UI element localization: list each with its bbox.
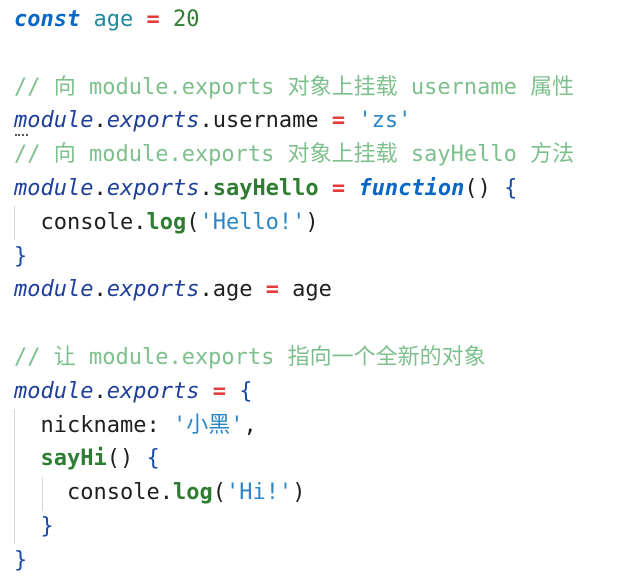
code-line-3: // 向 module.exports 对象上挂载 username 属性 (14, 71, 635, 105)
code-line-1: const age = 20 (14, 3, 635, 37)
close-brace: } (14, 547, 28, 573)
code-line-8: } (14, 240, 635, 274)
string-literal: 'Hello!' (199, 209, 306, 235)
code-line-6: module.exports.sayHello = function() { (14, 172, 635, 206)
identifier-age: age (93, 7, 134, 32)
parens: () (464, 175, 505, 201)
operator-assign: = (265, 277, 279, 303)
method-log: log (146, 209, 187, 235)
code-line-11: // 让 module.exports 指向一个全新的对象 (14, 341, 635, 375)
identifier-exports: exports (106, 277, 200, 303)
code-line-4: module.exports.username = 'zs' (14, 104, 635, 138)
property-username: .username (199, 108, 332, 134)
dot: . (93, 277, 107, 303)
comment: // 让 module.exports 指向一个全新的对象 (14, 344, 486, 370)
identifier-module: module (14, 175, 94, 201)
string-literal: 'zs' (358, 108, 412, 134)
close-brace: } (14, 513, 54, 539)
identifier-exports: exports (106, 378, 200, 404)
string-literal: 'Hi!' (225, 480, 293, 506)
dot: . (93, 175, 107, 201)
property-nickname: nickname: (14, 412, 173, 438)
keyword-function: function (358, 175, 465, 201)
code-line-12: module.exports = { (14, 375, 635, 409)
identifier-module: module (14, 108, 94, 134)
code-editor[interactable]: const age = 20 // 向 module.exports 对象上挂载… (0, 0, 635, 576)
comma: , (243, 412, 257, 438)
comment: // 向 module.exports 对象上挂载 username 属性 (14, 74, 575, 100)
operator-assign: = (146, 7, 160, 32)
identifier-module: module (14, 277, 94, 303)
code-line-15: console.log('Hi!') (14, 476, 635, 510)
dot: . (93, 378, 107, 404)
parens: () (106, 446, 147, 472)
code-line-7: console.log('Hello!') (14, 206, 635, 240)
open-brace: { (146, 446, 160, 472)
comment: // 向 module.exports 对象上挂载 sayHello 方法 (14, 142, 575, 168)
number-literal: 20 (172, 7, 200, 32)
close-brace: } (14, 243, 28, 269)
dot: . (93, 108, 107, 134)
open-paren: ( (212, 480, 226, 506)
code-line-13: nickname: '小黑', (14, 409, 635, 443)
code-line-17: } (14, 544, 635, 578)
property-age: .age (199, 277, 266, 303)
string-literal: '小黑' (172, 412, 244, 438)
open-brace: { (239, 378, 253, 404)
operator-assign: = (331, 108, 346, 134)
identifier-module: module (14, 378, 94, 404)
code-line-9: module.exports.age = age (14, 273, 635, 307)
identifier-console: console. (14, 209, 147, 235)
open-paren: ( (186, 209, 200, 235)
identifier-exports: exports (106, 175, 200, 201)
method-sayHello: sayHello (212, 175, 319, 201)
method-log: log (172, 480, 213, 506)
code-line-14: sayHi() { (14, 442, 635, 476)
keyword-const: const (14, 7, 81, 32)
method-sayHi: sayHi (40, 446, 107, 472)
code-line-5: // 向 module.exports 对象上挂载 sayHello 方法 (14, 138, 635, 172)
close-paren: ) (305, 209, 319, 235)
close-paren: ) (292, 480, 306, 506)
identifier-console: console. (14, 480, 173, 506)
identifier-age: age (278, 277, 332, 303)
open-brace: { (504, 175, 518, 201)
code-line-16: } (14, 510, 635, 544)
operator-assign: = (212, 378, 226, 404)
operator-assign: = (331, 175, 346, 201)
dot: . (199, 175, 213, 201)
identifier-exports: exports (106, 108, 200, 134)
